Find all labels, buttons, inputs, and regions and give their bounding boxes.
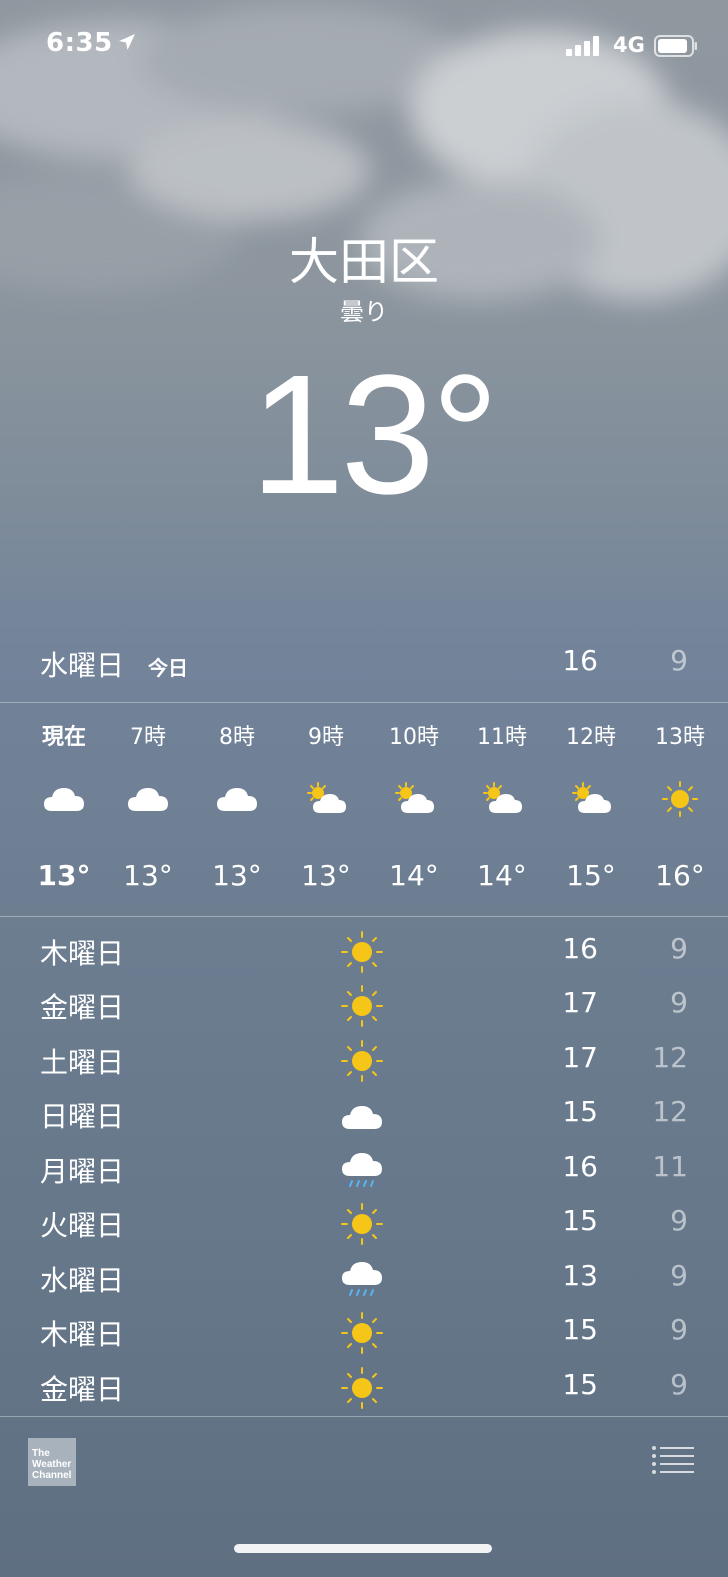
network-type: 4G — [613, 33, 645, 57]
hour-label: 12時 — [566, 725, 616, 750]
hour-temp: 15° — [566, 859, 616, 892]
battery-icon — [654, 35, 697, 57]
daily-row: 土曜日 17 12 — [0, 1033, 728, 1087]
divider — [0, 916, 728, 917]
logo-line: Channel — [32, 1470, 72, 1481]
home-indicator[interactable] — [234, 1544, 492, 1553]
daily-low: 9 — [670, 1368, 688, 1401]
hour-label: 現在 — [41, 725, 86, 750]
city-name: 大田区 — [289, 233, 439, 291]
hourly-forecast[interactable]: 現在 13° 7時 13° 8時 13° 9時 13° 10時 14° 11時 — [0, 703, 728, 915]
cloud-icon — [342, 1106, 382, 1129]
divider — [0, 1416, 728, 1417]
daily-low: 12 — [652, 1095, 688, 1128]
partly-cloudy-icon — [307, 782, 346, 813]
daily-day: 日曜日 — [40, 1100, 125, 1133]
daily-row: 水曜日 13 9 — [0, 1251, 728, 1305]
location-arrow-icon — [119, 34, 135, 50]
today-low: 9 — [670, 644, 688, 677]
rain-icon — [342, 1262, 382, 1296]
signal-icon — [566, 36, 599, 56]
hour-label: 7時 — [130, 725, 166, 750]
daily-low: 9 — [670, 1313, 688, 1346]
sun-icon — [662, 781, 698, 817]
hour-temp: 13° — [301, 859, 351, 892]
sun-icon — [341, 985, 383, 1027]
daily-high: 13 — [562, 1259, 598, 1292]
hour-temp: 13° — [123, 859, 173, 892]
daily-high: 15 — [562, 1204, 598, 1237]
hour-label: 9時 — [308, 725, 344, 750]
daily-day: 火曜日 — [40, 1209, 125, 1242]
hour-temp: 13° — [212, 859, 262, 892]
today-summary: 水曜日 今日 16 9 — [0, 640, 728, 686]
daily-row: 月曜日 16 11 — [0, 1142, 728, 1196]
daily-row: 火曜日 15 9 — [0, 1196, 728, 1250]
daily-high: 17 — [562, 1041, 598, 1074]
status-bar: 6:35 4G — [0, 0, 728, 92]
status-time: 6:35 — [46, 28, 113, 58]
daily-day: 木曜日 — [40, 937, 125, 970]
daily-high: 15 — [562, 1368, 598, 1401]
logo-line: The — [32, 1448, 50, 1459]
daily-row: 金曜日 17 9 — [0, 978, 728, 1032]
daily-day: 土曜日 — [40, 1046, 125, 1079]
daily-low: 11 — [652, 1150, 688, 1183]
hour-label: 8時 — [219, 725, 255, 750]
hour-label: 11時 — [477, 725, 527, 750]
current-temperature: 13° — [250, 340, 499, 530]
sun-icon — [341, 931, 383, 973]
daily-row: 木曜日 16 9 — [0, 924, 728, 978]
sun-icon — [341, 1367, 383, 1409]
daily-day: 水曜日 — [40, 1264, 125, 1297]
daily-high: 17 — [562, 986, 598, 1019]
rain-icon — [342, 1153, 382, 1187]
sun-icon — [341, 1040, 383, 1082]
daily-high: 16 — [562, 932, 598, 965]
today-tag: 今日 — [148, 656, 188, 680]
daily-row: 木曜日 15 9 — [0, 1305, 728, 1359]
hour-temp: 14° — [477, 859, 527, 892]
cloud-icon — [44, 788, 84, 811]
today-day: 水曜日 — [40, 649, 125, 682]
today-high: 16 — [562, 644, 598, 677]
partly-cloudy-icon — [483, 782, 522, 813]
daily-low: 12 — [652, 1041, 688, 1074]
cloud-icon — [217, 788, 257, 811]
daily-day: 金曜日 — [40, 991, 125, 1024]
daily-high: 15 — [562, 1095, 598, 1128]
daily-day: 月曜日 — [40, 1155, 125, 1188]
daily-low: 9 — [670, 1204, 688, 1237]
daily-high: 15 — [562, 1313, 598, 1346]
current-condition: 曇り — [340, 298, 388, 326]
logo-line: Weather — [32, 1459, 72, 1470]
hour-label: 10時 — [389, 725, 439, 750]
partly-cloudy-icon — [395, 782, 434, 813]
hour-temp: 16° — [655, 859, 705, 892]
daily-day: 金曜日 — [40, 1373, 125, 1406]
sun-icon — [341, 1203, 383, 1245]
weather-channel-logo[interactable]: The Weather Channel — [28, 1438, 76, 1486]
sun-icon — [341, 1312, 383, 1354]
daily-day: 木曜日 — [40, 1318, 125, 1351]
cloud-icon — [128, 788, 168, 811]
daily-high: 16 — [562, 1150, 598, 1183]
hour-temp: 13° — [37, 859, 91, 892]
city-list-icon[interactable] — [650, 1444, 696, 1476]
daily-row: 日曜日 15 12 — [0, 1087, 728, 1141]
daily-row: 金曜日 15 9 — [0, 1360, 728, 1414]
daily-low: 9 — [670, 1259, 688, 1292]
daily-low: 9 — [670, 986, 688, 1019]
hour-temp: 14° — [389, 859, 439, 892]
partly-cloudy-icon — [572, 782, 611, 813]
daily-low: 9 — [670, 932, 688, 965]
hour-label: 13時 — [655, 725, 705, 750]
